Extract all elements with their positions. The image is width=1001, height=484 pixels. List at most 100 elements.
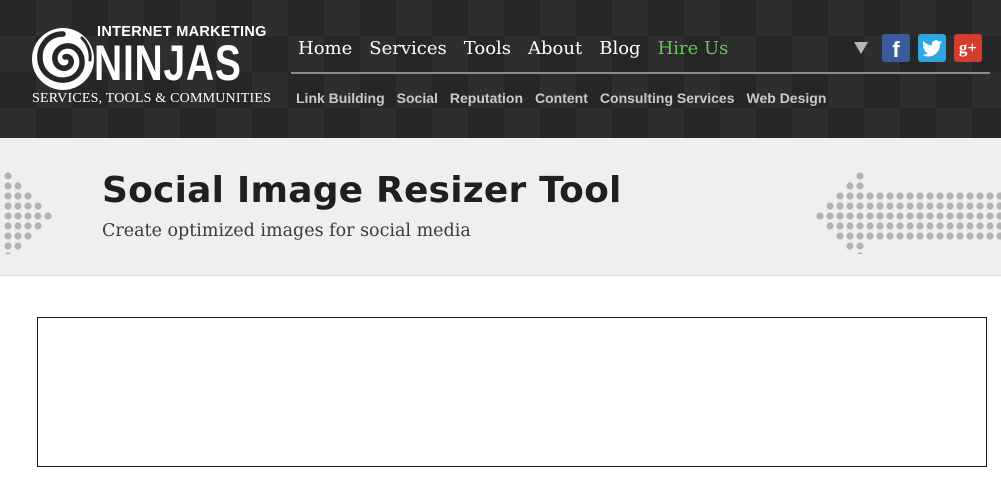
decorative-dot xyxy=(926,222,934,230)
nav-services[interactable]: Services xyxy=(369,36,446,62)
nav-divider xyxy=(291,72,990,74)
nav-tools[interactable]: Tools xyxy=(464,36,511,62)
decorative-dot xyxy=(34,222,42,230)
nav-home[interactable]: Home xyxy=(298,36,352,62)
decorative-dot xyxy=(996,222,1001,230)
google-plus-icon[interactable]: g+ xyxy=(954,34,982,62)
decorative-dot xyxy=(886,232,894,240)
decorative-dot xyxy=(986,192,994,200)
decorative-dot xyxy=(856,242,864,250)
subnav-consulting-services[interactable]: Consulting Services xyxy=(600,88,735,108)
decorative-dot xyxy=(24,222,32,230)
decorative-dot xyxy=(866,212,874,220)
decorative-dot xyxy=(14,212,22,220)
decorative-dot xyxy=(846,232,854,240)
subnav-link-building[interactable]: Link Building xyxy=(296,88,385,108)
decorative-dot xyxy=(956,232,964,240)
decorative-dot xyxy=(856,192,864,200)
decorative-dot xyxy=(926,212,934,220)
decorative-dot xyxy=(876,192,884,200)
twitter-bird-icon xyxy=(922,39,942,56)
social-links: f g+ xyxy=(852,34,990,62)
decorative-dot xyxy=(846,182,854,190)
decorative-dot xyxy=(24,212,32,220)
decorative-dot xyxy=(976,212,984,220)
decorative-dot xyxy=(966,192,974,200)
decorative-dot xyxy=(966,212,974,220)
decorative-dot xyxy=(836,232,844,240)
decorative-dot xyxy=(996,212,1001,220)
decorative-dot xyxy=(916,232,924,240)
decorative-dot xyxy=(856,232,864,240)
decorative-dot xyxy=(906,222,914,230)
decorative-dot xyxy=(896,232,904,240)
decorative-dot xyxy=(916,212,924,220)
decorative-dot xyxy=(857,252,863,254)
decorative-dots-left xyxy=(4,172,52,254)
decorative-dot xyxy=(906,192,914,200)
nav-blog[interactable]: Blog xyxy=(599,36,640,62)
decorative-dot xyxy=(856,172,864,180)
decorative-dot xyxy=(896,202,904,210)
decorative-dot xyxy=(896,192,904,200)
decorative-dot xyxy=(14,202,22,210)
decorative-dot xyxy=(936,202,944,210)
decorative-dot xyxy=(986,212,994,220)
decorative-dot xyxy=(4,192,12,200)
subnav-web-design[interactable]: Web Design xyxy=(747,88,827,108)
decorative-dot xyxy=(846,192,854,200)
decorative-dot xyxy=(14,232,22,240)
page-title: Social Image Resizer Tool xyxy=(102,170,622,211)
subnav-reputation[interactable]: Reputation xyxy=(450,88,523,108)
decorative-dot xyxy=(4,232,12,240)
decorative-dot xyxy=(826,212,834,220)
decorative-dot xyxy=(946,212,954,220)
decorative-dot xyxy=(14,222,22,230)
logo-tagline: SERVICES, TOOLS & COMMUNITIES xyxy=(32,91,272,106)
decorative-dot xyxy=(966,232,974,240)
sub-nav: Link Building Social Reputation Content … xyxy=(296,88,838,108)
decorative-dot xyxy=(886,222,894,230)
decorative-dot xyxy=(4,212,12,220)
decorative-dot xyxy=(976,192,984,200)
decorative-dot xyxy=(876,202,884,210)
chevron-down-icon[interactable] xyxy=(854,42,868,54)
subnav-content[interactable]: Content xyxy=(535,88,588,108)
decorative-dot xyxy=(896,222,904,230)
decorative-dot xyxy=(5,252,11,254)
decorative-dot xyxy=(14,182,22,190)
decorative-dot xyxy=(876,212,884,220)
decorative-dot xyxy=(4,182,12,190)
decorative-dot xyxy=(976,202,984,210)
decorative-dot xyxy=(926,232,934,240)
decorative-dot xyxy=(846,202,854,210)
decorative-dot xyxy=(996,192,1001,200)
decorative-dot xyxy=(996,232,1001,240)
tool-frame[interactable] xyxy=(37,317,987,467)
decorative-dot xyxy=(846,212,854,220)
nav-about[interactable]: About xyxy=(528,36,582,62)
decorative-dot xyxy=(946,192,954,200)
decorative-dot xyxy=(966,202,974,210)
decorative-dot xyxy=(846,242,854,250)
decorative-dot xyxy=(816,212,824,220)
google-plus-glyph: g+ xyxy=(958,38,978,57)
decorative-dot xyxy=(836,222,844,230)
decorative-dot xyxy=(986,232,994,240)
decorative-dot xyxy=(956,192,964,200)
decorative-dot xyxy=(886,192,894,200)
nav-hire-us[interactable]: Hire Us xyxy=(658,36,729,62)
twitter-icon[interactable] xyxy=(918,34,946,62)
decorative-dot xyxy=(44,212,52,220)
decorative-dot xyxy=(856,182,864,190)
decorative-dot xyxy=(966,222,974,230)
facebook-icon[interactable]: f xyxy=(882,34,910,62)
page-subtitle: Create optimized images for social media xyxy=(102,221,471,241)
decorative-dot xyxy=(856,222,864,230)
site-logo[interactable]: INTERNET MARKETING NINJAS SERVICES, TOOL… xyxy=(30,22,271,108)
decorative-dot xyxy=(986,222,994,230)
site-header: INTERNET MARKETING NINJAS SERVICES, TOOL… xyxy=(0,0,1001,138)
decorative-dot xyxy=(916,202,924,210)
subnav-social[interactable]: Social xyxy=(397,88,438,108)
facebook-glyph: f xyxy=(892,37,900,62)
